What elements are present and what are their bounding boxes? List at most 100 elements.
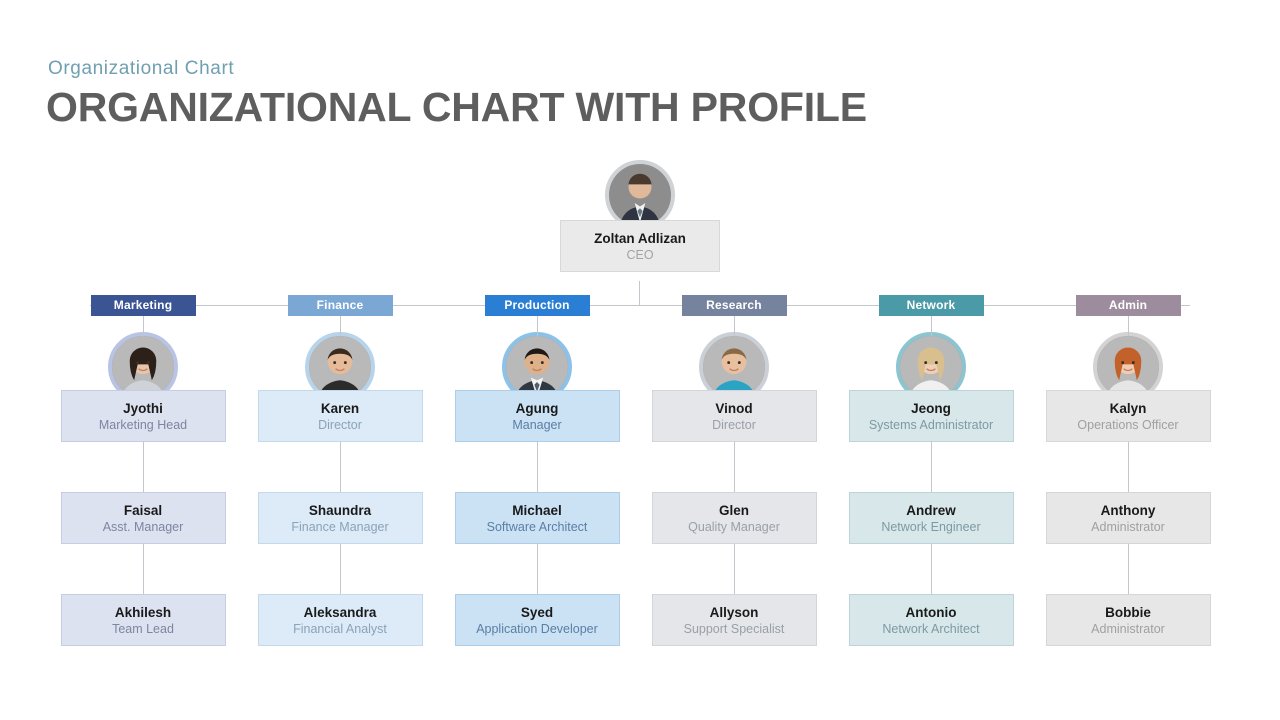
person-role: Software Architect <box>486 520 588 534</box>
ceo-role: CEO <box>626 248 654 262</box>
department-drop-line <box>1127 316 1129 336</box>
node-connector <box>930 544 932 594</box>
department-header-finance[interactable]: Finance <box>287 295 393 316</box>
department-drop-line <box>536 316 538 336</box>
person-name: Karen <box>320 401 360 416</box>
node-connector <box>930 442 932 492</box>
person-card-michael[interactable]: Michael Software Architect <box>454 492 620 544</box>
department-label: Finance <box>316 298 364 312</box>
person-photo-avatar-icon <box>1097 336 1159 398</box>
department-label: Production <box>504 298 570 312</box>
person-card-syed[interactable]: Syed Application Developer <box>454 594 620 646</box>
page-title: ORGANIZATIONAL CHART WITH PROFILE <box>46 84 867 130</box>
person-card-kalyn[interactable]: Kalyn Operations Officer <box>1045 390 1211 442</box>
department-header-admin[interactable]: Admin <box>1075 295 1181 316</box>
department-header-research[interactable]: Research <box>681 295 787 316</box>
person-card-anthony[interactable]: Anthony Administrator <box>1045 492 1211 544</box>
person-photo-avatar-icon <box>609 164 671 226</box>
person-name: Bobbie <box>1105 605 1151 620</box>
department-drop-line <box>930 316 932 336</box>
department-header-marketing[interactable]: Marketing <box>90 295 196 316</box>
node-connector <box>536 442 538 492</box>
person-name: Faisal <box>123 503 163 518</box>
person-name: Shaundra <box>308 503 372 518</box>
ceo-name: Zoltan Adlizan <box>594 231 686 246</box>
person-role: Director <box>712 418 756 432</box>
person-card-bobbie[interactable]: Bobbie Administrator <box>1045 594 1211 646</box>
person-name: Glen <box>718 503 749 518</box>
ceo-card[interactable]: Zoltan Adlizan CEO <box>560 220 720 272</box>
node-connector <box>142 544 144 594</box>
person-name: Akhilesh <box>114 605 172 620</box>
department-label: Admin <box>1108 298 1148 312</box>
person-role: Asst. Manager <box>102 520 184 534</box>
person-role: Financial Analyst <box>293 622 387 636</box>
person-photo-avatar-icon <box>112 336 174 398</box>
person-name: Michael <box>512 503 562 518</box>
department-header-network[interactable]: Network <box>878 295 984 316</box>
person-name: Jeong <box>911 401 951 416</box>
department-header-production[interactable]: Production <box>484 295 590 316</box>
person-role: Network Engineer <box>881 520 981 534</box>
person-card-andrew[interactable]: Andrew Network Engineer <box>848 492 1014 544</box>
person-name: Andrew <box>906 503 956 518</box>
department-label: Network <box>906 298 956 312</box>
person-photo-avatar-icon <box>900 336 962 398</box>
org-column-production: Production Agung Manager Michael Software Ar… <box>437 295 637 646</box>
person-role: Manager <box>512 418 562 432</box>
person-role: Team Lead <box>112 622 174 636</box>
person-card-antonio[interactable]: Antonio Network Architect <box>848 594 1014 646</box>
org-column-finance: Finance Karen Director Shaundra Finance Mana… <box>240 295 440 646</box>
ceo-node[interactable]: Zoltan Adlizan CEO <box>560 160 720 272</box>
node-connector <box>1127 544 1129 594</box>
person-role: Operations Officer <box>1077 418 1179 432</box>
person-role: Application Developer <box>476 622 598 636</box>
node-connector <box>536 544 538 594</box>
person-card-aleksandra[interactable]: Aleksandra Financial Analyst <box>257 594 423 646</box>
person-card-karen[interactable]: Karen Director <box>257 390 423 442</box>
node-connector <box>142 442 144 492</box>
person-role: Finance Manager <box>291 520 389 534</box>
person-card-agung[interactable]: Agung Manager <box>454 390 620 442</box>
person-card-vinod[interactable]: Vinod Director <box>651 390 817 442</box>
org-column-admin: Admin Kalyn Operations Officer Anthony Admin… <box>1028 295 1228 646</box>
person-card-allyson[interactable]: Allyson Support Specialist <box>651 594 817 646</box>
person-name: Vinod <box>715 401 753 416</box>
node-connector <box>339 544 341 594</box>
person-name: Allyson <box>709 605 759 620</box>
person-card-glen[interactable]: Glen Quality Manager <box>651 492 817 544</box>
department-drop-line <box>339 316 341 336</box>
department-drop-line <box>733 316 735 336</box>
department-label: Marketing <box>113 298 173 312</box>
person-role: Administrator <box>1091 622 1165 636</box>
person-card-jyothi[interactable]: Jyothi Marketing Head <box>60 390 226 442</box>
department-label: Research <box>706 298 762 312</box>
person-role: Quality Manager <box>688 520 780 534</box>
department-drop-line <box>142 316 144 336</box>
person-card-shaundra[interactable]: Shaundra Finance Manager <box>257 492 423 544</box>
person-photo-avatar-icon <box>309 336 371 398</box>
person-card-jeong[interactable]: Jeong Systems Administrator <box>848 390 1014 442</box>
person-name: Antonio <box>905 605 957 620</box>
person-card-akhilesh[interactable]: Akhilesh Team Lead <box>60 594 226 646</box>
org-column-network: Network Jeong Systems Administrator Andrew N… <box>831 295 1031 646</box>
person-photo-avatar-icon <box>506 336 568 398</box>
node-connector <box>733 544 735 594</box>
person-name: Agung <box>515 401 559 416</box>
person-name: Syed <box>520 605 554 620</box>
org-column-research: Research Vinod Director Glen Quality Manager… <box>634 295 834 646</box>
person-name: Anthony <box>1100 503 1156 518</box>
person-role: Network Architect <box>882 622 980 636</box>
person-card-faisal[interactable]: Faisal Asst. Manager <box>60 492 226 544</box>
person-name: Jyothi <box>123 401 163 416</box>
person-name: Aleksandra <box>303 605 377 620</box>
org-column-marketing: Marketing Jyothi Marketing Head Faisal Asst.… <box>43 295 243 646</box>
node-connector <box>339 442 341 492</box>
person-role: Support Specialist <box>683 622 785 636</box>
person-name: Kalyn <box>1109 401 1147 416</box>
person-photo-avatar-icon <box>703 336 765 398</box>
node-connector <box>1127 442 1129 492</box>
slide-kicker: Organizational Chart <box>48 58 235 79</box>
person-role: Marketing Head <box>98 418 188 432</box>
person-role: Systems Administrator <box>868 418 994 432</box>
